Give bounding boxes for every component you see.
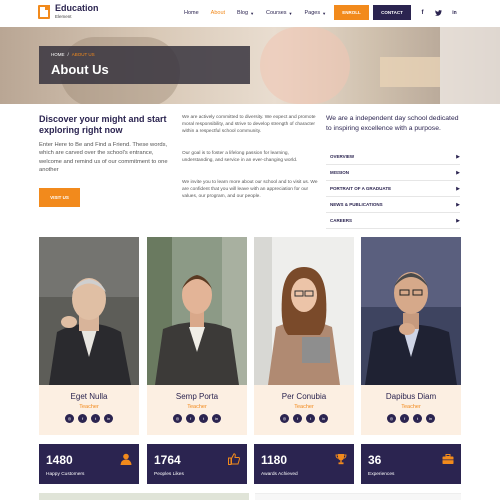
stat-card: 36 Experiences [361,444,461,484]
stat-label: Happy Customers [46,472,85,477]
intro-paragraph: Enter Here to Be and Find a Friend. Thes… [39,142,168,174]
chevron-right-icon: ▶ [456,201,460,208]
teacher-photo [361,237,461,385]
accordion-item-news[interactable]: NEWS & PUBLICATIONS ▶ [326,197,460,213]
middle-paragraph-2: Our goal is to foster a lifelong passion… [182,151,298,164]
linkedin-icon[interactable]: in [212,414,221,423]
chevron-right-icon: ▶ [456,169,460,176]
visit-us-button[interactable]: VISIT US [39,188,80,207]
nav-item-blog[interactable]: Blog ▼ [237,10,254,16]
teacher-name: Semp Porta [175,392,219,401]
linkedin-icon[interactable]: in [104,414,113,423]
accordion-label: CAREERS [330,218,353,223]
breadcrumb-separator: / [67,52,69,57]
stat-card: 1764 Peoples Likes [147,444,247,484]
briefcase-icon [442,454,454,464]
breadcrumb-current: ABOUT US [71,52,95,57]
intro-heading: Discover your might and start exploring … [39,114,167,136]
chevron-down-icon: ▼ [288,10,293,16]
teacher-role: Teacher [187,404,207,410]
facebook-icon[interactable]: f [186,414,195,423]
chevron-down-icon: ▼ [250,10,255,16]
teacher-name: Dapibus Diam [385,392,437,401]
facebook-icon[interactable]: f [416,5,429,20]
nav-item-about[interactable]: About [211,10,225,16]
team-card[interactable]: Per Conubia Teacher ◎ f t in [254,237,354,435]
stat-number: 1180 [261,453,288,467]
main-nav: Home About Blog ▼ Courses ▼ Pages ▼ [184,10,338,16]
teacher-role: Teacher [401,404,421,410]
logo-icon [38,5,50,19]
right-heading: We are a independent day school dedicate… [326,115,459,132]
hero-image-shape [440,27,500,104]
nav-item-home[interactable]: Home [184,10,199,16]
linkedin-icon[interactable]: in [426,414,435,423]
twitter-icon[interactable]: t [199,414,208,423]
team-card[interactable]: Semp Porta Teacher ◎ f t in [147,237,247,435]
linkedin-icon[interactable]: in [448,5,461,20]
teacher-photo [39,237,139,385]
accordion-label: NEWS & PUBLICATIONS [330,202,383,207]
instagram-icon[interactable]: ◎ [387,414,396,423]
twitter-icon[interactable]: t [91,414,100,423]
twitter-icon[interactable]: t [413,414,422,423]
accordion-item-careers[interactable]: CAREERS ▶ [326,213,460,229]
enroll-button[interactable]: ENROLL [334,5,369,20]
accordion-label: OVERVIEW [330,154,355,159]
facebook-icon[interactable]: f [78,414,87,423]
stat-number: 36 [368,453,382,467]
stat-number: 1764 [154,453,181,467]
accordion-item-mission[interactable]: MISSION ▶ [326,165,460,181]
page-title: About Us [51,62,109,77]
contact-button[interactable]: CONTACT [373,5,411,20]
twitter-icon[interactable] [432,5,445,20]
bottom-section-panel [255,493,461,500]
nav-item-pages[interactable]: Pages ▼ [304,10,326,16]
middle-paragraph-3: We invite you to learn more about our sc… [182,180,318,200]
teacher-role: Teacher [294,404,314,410]
instagram-icon[interactable]: ◎ [280,414,289,423]
nav-item-courses[interactable]: Courses ▼ [266,10,292,16]
facebook-icon[interactable]: f [293,414,302,423]
site-header: Education Element Home About Blog ▼ Cours… [0,0,500,27]
accordion-item-overview[interactable]: OVERVIEW ▶ [326,149,460,165]
logo[interactable]: Education Element [38,4,99,20]
thumbs-up-icon [228,453,240,465]
facebook-icon[interactable]: f [400,414,409,423]
chevron-right-icon: ▶ [456,185,460,192]
hero-image-shape [260,27,350,104]
logo-subtitle: Element [55,14,72,19]
chevron-right-icon: ▶ [456,217,460,224]
accordion-label: PORTRAIT OF A GRADUATE [330,186,392,191]
teacher-name: Eget Nulla [70,392,108,401]
teacher-photo [147,237,247,385]
chevron-down-icon: ▼ [322,10,327,16]
user-icon [120,453,132,465]
accordion-label: MISSION [330,170,350,175]
stat-card: 1180 Awards Achieved [254,444,354,484]
trophy-icon [335,454,347,465]
hero-image-shape [380,57,440,87]
twitter-icon[interactable]: t [306,414,315,423]
instagram-icon[interactable]: ◎ [173,414,182,423]
team-card[interactable]: Dapibus Diam Teacher ◎ f t in [361,237,461,435]
team-card[interactable]: Eget Nulla Teacher ◎ f t in [39,237,139,435]
accordion-item-portrait[interactable]: PORTRAIT OF A GRADUATE ▶ [326,181,460,197]
breadcrumb: HOME / ABOUT US [51,52,95,57]
stat-number: 1480 [46,453,73,467]
breadcrumb-home[interactable]: HOME [51,52,65,57]
logo-title: Education [55,3,99,13]
stat-card: 1480 Happy Customers [39,444,139,484]
instagram-icon[interactable]: ◎ [65,414,74,423]
bottom-section-image [39,493,249,500]
stat-label: Peoples Likes [154,472,184,477]
middle-paragraph-1: We are actively committed to diversity. … [182,115,316,135]
chevron-right-icon: ▶ [456,153,460,160]
teacher-role: Teacher [79,404,99,410]
stat-label: Awards Achieved [261,472,298,477]
teacher-name: Per Conubia [281,392,327,401]
stat-label: Experiences [368,472,395,477]
teacher-photo [254,237,354,385]
linkedin-icon[interactable]: in [319,414,328,423]
